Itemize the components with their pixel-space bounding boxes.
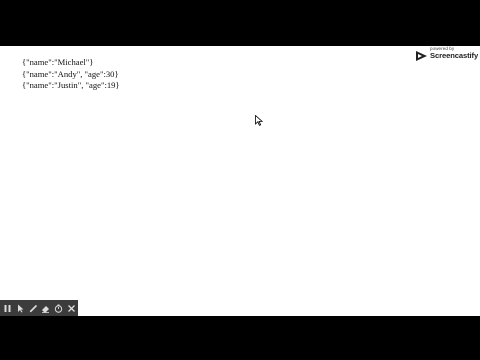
json-line: {"name":"Andy", "age":30} [22, 68, 119, 79]
pause-button[interactable] [2, 302, 14, 314]
pointer-tool-button[interactable] [15, 302, 27, 314]
pause-icon [4, 304, 11, 312]
pen-icon [29, 304, 37, 312]
watermark-brand: Screencastify [430, 51, 479, 60]
screencastify-logo-icon [416, 51, 427, 61]
json-line: {"name":"Justin", "age":19} [22, 80, 120, 90]
screencastify-watermark: powered by Screencastify [416, 46, 478, 64]
pen-tool-button[interactable] [27, 302, 39, 314]
json-line: {"name":"Michael"} [22, 57, 94, 67]
close-icon [67, 304, 75, 312]
recording-toolbar [0, 300, 78, 316]
mouse-cursor-icon [255, 115, 263, 126]
video-letterbox-top [0, 0, 480, 46]
json-output: {"name":"Michael"} {"name":"Andy", "age"… [22, 57, 120, 92]
close-toolbar-button[interactable] [65, 302, 77, 314]
eraser-icon [42, 305, 50, 313]
timer-icon [54, 304, 63, 313]
browser-page: {"name":"Michael"} {"name":"Andy", "age"… [0, 46, 480, 316]
video-letterbox-bottom [0, 316, 480, 360]
eraser-tool-button[interactable] [40, 302, 52, 314]
timer-button[interactable] [53, 302, 65, 314]
pointer-icon [18, 304, 24, 312]
